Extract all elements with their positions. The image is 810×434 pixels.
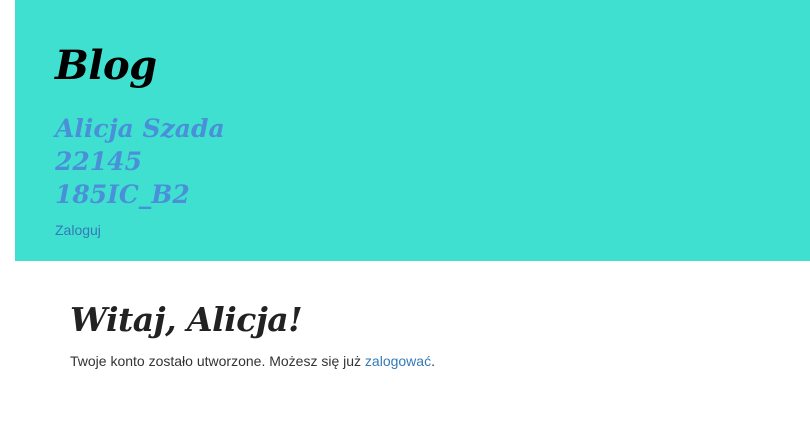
main-content: Witaj, Alicja! Twoje konto zostało utwor… — [70, 295, 770, 371]
author-group: 185IC_B2 — [55, 180, 190, 209]
welcome-heading: Witaj, Alicja! — [70, 300, 303, 339]
message-end: . — [431, 353, 435, 369]
message-text: Twoje konto zostało utworzone. Możesz si… — [70, 353, 365, 369]
login-inline-link[interactable]: zalogować — [365, 353, 431, 369]
account-created-message: Twoje konto zostało utworzone. Możesz si… — [70, 351, 770, 371]
author-id: 22145 — [55, 147, 142, 176]
author-name: Alicja Szada — [55, 114, 225, 143]
blog-title-link[interactable]: Blog — [55, 38, 157, 94]
login-link[interactable]: Zaloguj — [55, 222, 101, 238]
author-info: Alicja Szada 22145 185IC_B2 — [55, 112, 225, 211]
page-header: Blog Alicja Szada 22145 185IC_B2 Zaloguj — [15, 0, 810, 261]
